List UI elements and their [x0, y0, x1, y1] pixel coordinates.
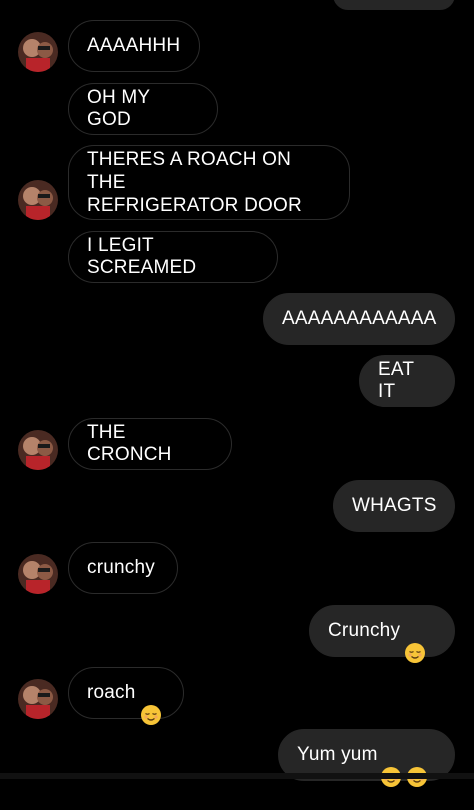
- message-text: OH MY GOD: [87, 87, 150, 130]
- avatar-photo: [18, 554, 58, 594]
- message-thread[interactable]: AAAAHHH OH MY GOD THERES A ROACH ON THE …: [0, 0, 474, 787]
- relieved-face-icon: [140, 682, 162, 725]
- message-bubble-outgoing[interactable]: Crunchy: [309, 605, 455, 663]
- message-text: AAAAHHH: [87, 35, 181, 56]
- contact-avatar[interactable]: [18, 679, 58, 719]
- contact-avatar[interactable]: [18, 430, 58, 470]
- message-bubble-incoming[interactable]: THE CRONCH: [68, 418, 232, 470]
- message-text: Crunchy: [328, 620, 401, 641]
- avatar-photo: [18, 430, 58, 470]
- avatar-photo: [18, 180, 58, 220]
- contact-avatar[interactable]: [18, 554, 58, 594]
- message-bubble-outgoing[interactable]: EAT IT: [359, 355, 455, 407]
- message-bubble-incoming[interactable]: THERES A ROACH ON THE REFRIGERATOR DOOR: [68, 145, 350, 220]
- message-text: WHAGTS: [352, 495, 437, 516]
- avatar-photo: [18, 32, 58, 72]
- message-bubble-incoming[interactable]: I LEGIT SCREAMED: [68, 231, 278, 283]
- message-bubble-incoming[interactable]: crunchy: [68, 542, 178, 594]
- contact-avatar[interactable]: [18, 32, 58, 72]
- message-text: EAT IT: [378, 359, 414, 402]
- message-bubble-outgoing[interactable]: AAAAAAAAAAAA: [263, 293, 455, 345]
- relieved-face-icon: [406, 744, 428, 787]
- bottom-edge: [0, 773, 474, 779]
- message-bubble-outgoing[interactable]: [333, 0, 455, 10]
- message-text: Yum yum: [297, 744, 378, 765]
- relieved-face-icon: [380, 744, 402, 787]
- message-bubble-incoming[interactable]: roach: [68, 667, 184, 725]
- message-text: I LEGIT SCREAMED: [87, 235, 197, 278]
- message-text: THE CRONCH: [87, 422, 172, 465]
- avatar-photo: [18, 679, 58, 719]
- message-text: roach: [87, 682, 136, 703]
- message-text: AAAAAAAAAAAA: [282, 308, 437, 329]
- message-bubble-outgoing[interactable]: WHAGTS: [333, 480, 455, 532]
- relieved-face-icon: [404, 620, 426, 663]
- message-text: THERES A ROACH ON THE REFRIGERATOR DOOR: [87, 149, 302, 216]
- contact-avatar[interactable]: [18, 180, 58, 220]
- message-bubble-incoming[interactable]: OH MY GOD: [68, 83, 218, 135]
- message-bubble-incoming[interactable]: AAAAHHH: [68, 20, 200, 72]
- message-text: crunchy: [87, 557, 155, 578]
